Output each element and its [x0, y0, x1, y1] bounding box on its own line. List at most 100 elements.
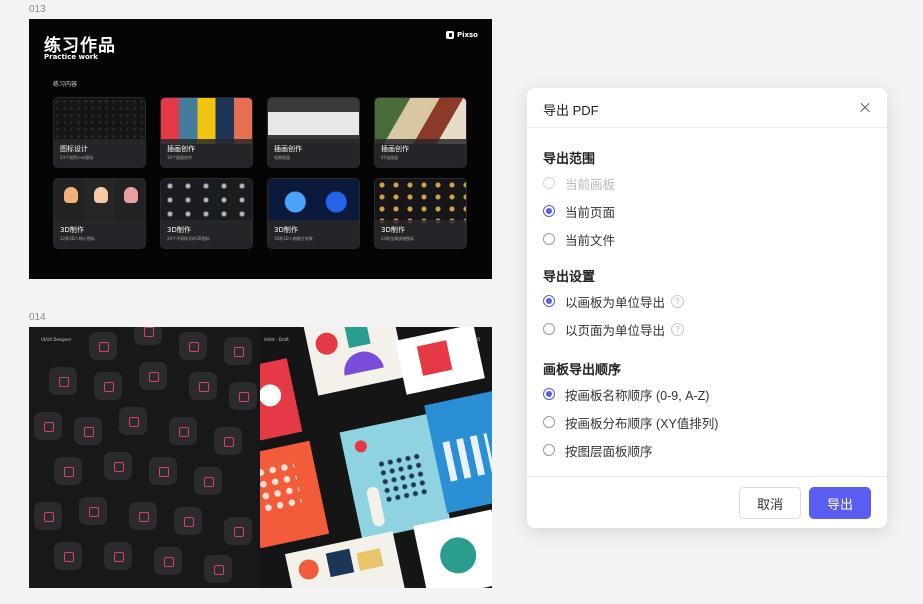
line-icon — [204, 555, 232, 583]
artboard-subtitle: Practice work — [44, 53, 98, 61]
section-artboard-order: 画板导出顺序 — [543, 362, 622, 377]
line-icon — [174, 507, 202, 535]
work-card: 3D制作 24款金属质感图标 — [374, 178, 467, 249]
line-icon — [94, 372, 122, 400]
order-option-by-position[interactable]: 按画板分布顺序 (XY值排列) — [543, 413, 718, 431]
radio-icon[interactable] — [543, 388, 555, 400]
line-icon — [129, 502, 157, 530]
card-title: 插画创作 — [167, 145, 195, 153]
card-thumbnail — [268, 179, 359, 225]
line-icon — [139, 362, 167, 390]
card-thumbnail — [375, 98, 466, 144]
order-option-by-name[interactable]: 按画板名称顺序 (0-9, A-Z) — [543, 385, 709, 403]
card-subtitle: 24个不同样式的3D图标 — [167, 236, 210, 241]
card-title: 插画创作 — [381, 145, 409, 153]
pixso-logo: Pixso — [445, 31, 478, 39]
artboard-014[interactable]: UI/UX Designer Artist - Draft LOGO — [29, 327, 492, 588]
line-icon — [49, 367, 77, 395]
radio-icon[interactable] — [543, 233, 555, 245]
dialog-header: 导出 PDF — [527, 88, 887, 128]
section-export-range: 导出范围 — [543, 151, 596, 166]
card-thumbnail — [161, 179, 252, 225]
radio-icon[interactable] — [543, 177, 555, 189]
range-option-current-page[interactable]: 当前页面 — [543, 202, 615, 220]
line-icon — [224, 337, 252, 365]
card-subtitle: 30个插画创作 — [167, 155, 193, 160]
radio-icon[interactable] — [543, 295, 555, 307]
section-export-settings: 导出设置 — [543, 269, 596, 284]
line-icon — [154, 547, 182, 575]
line-icon — [34, 412, 62, 440]
option-label: 当前文件 — [565, 233, 616, 248]
line-icon — [54, 542, 82, 570]
work-card: 图标设计 24个线性icon图标 — [53, 97, 146, 168]
card-title: 3D制作 — [274, 226, 298, 234]
card-thumbnail — [54, 98, 145, 144]
avatar-icon — [94, 187, 108, 203]
frame-label-014[interactable]: 014 — [29, 312, 46, 323]
line-icon — [169, 417, 197, 445]
work-card: 3D制作 12款3D人物小图标 — [53, 178, 146, 249]
line-icon — [79, 497, 107, 525]
card-thumbnail — [54, 179, 145, 225]
line-icon — [34, 502, 62, 530]
dialog-footer: 取消 导出 — [527, 476, 887, 528]
card-subtitle: 电商插画 — [274, 155, 290, 160]
radio-icon[interactable] — [543, 444, 555, 456]
section-title: 练习内容 — [53, 81, 78, 88]
dialog-title: 导出 PDF — [543, 103, 599, 118]
radio-icon[interactable] — [543, 416, 555, 428]
option-label: 当前画板 — [565, 177, 616, 192]
card-thumbnail — [375, 179, 466, 225]
radio-icon[interactable] — [543, 205, 555, 217]
icon-grid-panel: UI/UX Designer — [29, 327, 260, 588]
line-icon — [104, 452, 132, 480]
avatar-icon — [124, 187, 138, 203]
option-label: 以画板为单位导出 — [565, 295, 666, 310]
range-option-current-file[interactable]: 当前文件 — [543, 230, 615, 248]
card-subtitle: 24个线性icon图标 — [60, 155, 94, 160]
artboard-013[interactable]: 练习作品 Practice work Pixso 练习内容 图标设计 24个线性… — [29, 19, 492, 279]
card-title: 插画创作 — [274, 145, 302, 153]
range-option-current-artboard[interactable]: 当前画板 — [543, 174, 615, 192]
option-label: 按画板分布顺序 (XY值排列) — [565, 416, 719, 431]
card-title: 3D制作 — [381, 226, 405, 234]
order-option-by-layer[interactable]: 按图层面板顺序 — [543, 441, 653, 459]
line-icon — [224, 517, 252, 545]
card-subtitle: 24款金属质感图标 — [381, 236, 415, 241]
card-thumbnail — [161, 98, 252, 144]
help-icon[interactable]: ? — [671, 294, 685, 308]
card-title: 3D制作 — [60, 226, 84, 234]
settings-option-by-artboard[interactable]: 以画板为单位导出 ? — [543, 292, 685, 310]
line-icon — [179, 332, 207, 360]
pixso-logo-text: Pixso — [456, 31, 478, 39]
line-icon — [194, 467, 222, 495]
close-icon[interactable] — [855, 98, 875, 118]
settings-option-by-page[interactable]: 以页面为单位导出 ? — [543, 320, 685, 338]
work-card: 3D制作 24个不同样式的3D图标 — [160, 178, 253, 249]
option-label: 以页面为单位导出 — [565, 323, 666, 338]
avatar-icon — [64, 187, 78, 203]
artboard-tag-mid: Artist - Draft — [264, 337, 289, 342]
card-title: 3D制作 — [167, 226, 191, 234]
cancel-button[interactable]: 取消 — [739, 487, 801, 519]
radio-icon[interactable] — [543, 323, 555, 335]
line-icon — [149, 457, 177, 485]
line-icon — [119, 407, 147, 435]
line-icon — [104, 542, 132, 570]
frame-label-013[interactable]: 013 — [29, 4, 46, 15]
export-button[interactable]: 导出 — [809, 487, 871, 519]
option-label: 按图层面板顺序 — [565, 444, 653, 459]
line-icon — [74, 417, 102, 445]
work-card: 插画创作 30个插画创作 — [160, 97, 253, 168]
card-subtitle: 16款3D人物胶片效果 — [274, 236, 313, 241]
line-icon — [134, 327, 162, 345]
help-icon[interactable]: ? — [671, 322, 685, 336]
line-icon — [54, 457, 82, 485]
export-pdf-dialog: 导出 PDF 导出范围 当前画板 当前页面 当前文件 导出设置 以画板为单位导出… — [527, 88, 887, 528]
card-subtitle: 45张插画 — [381, 155, 399, 160]
card-thumbnail — [268, 98, 359, 144]
line-icon — [189, 372, 217, 400]
work-card: 插画创作 45张插画 — [374, 97, 467, 168]
option-label: 按画板名称顺序 (0-9, A-Z) — [565, 388, 710, 403]
